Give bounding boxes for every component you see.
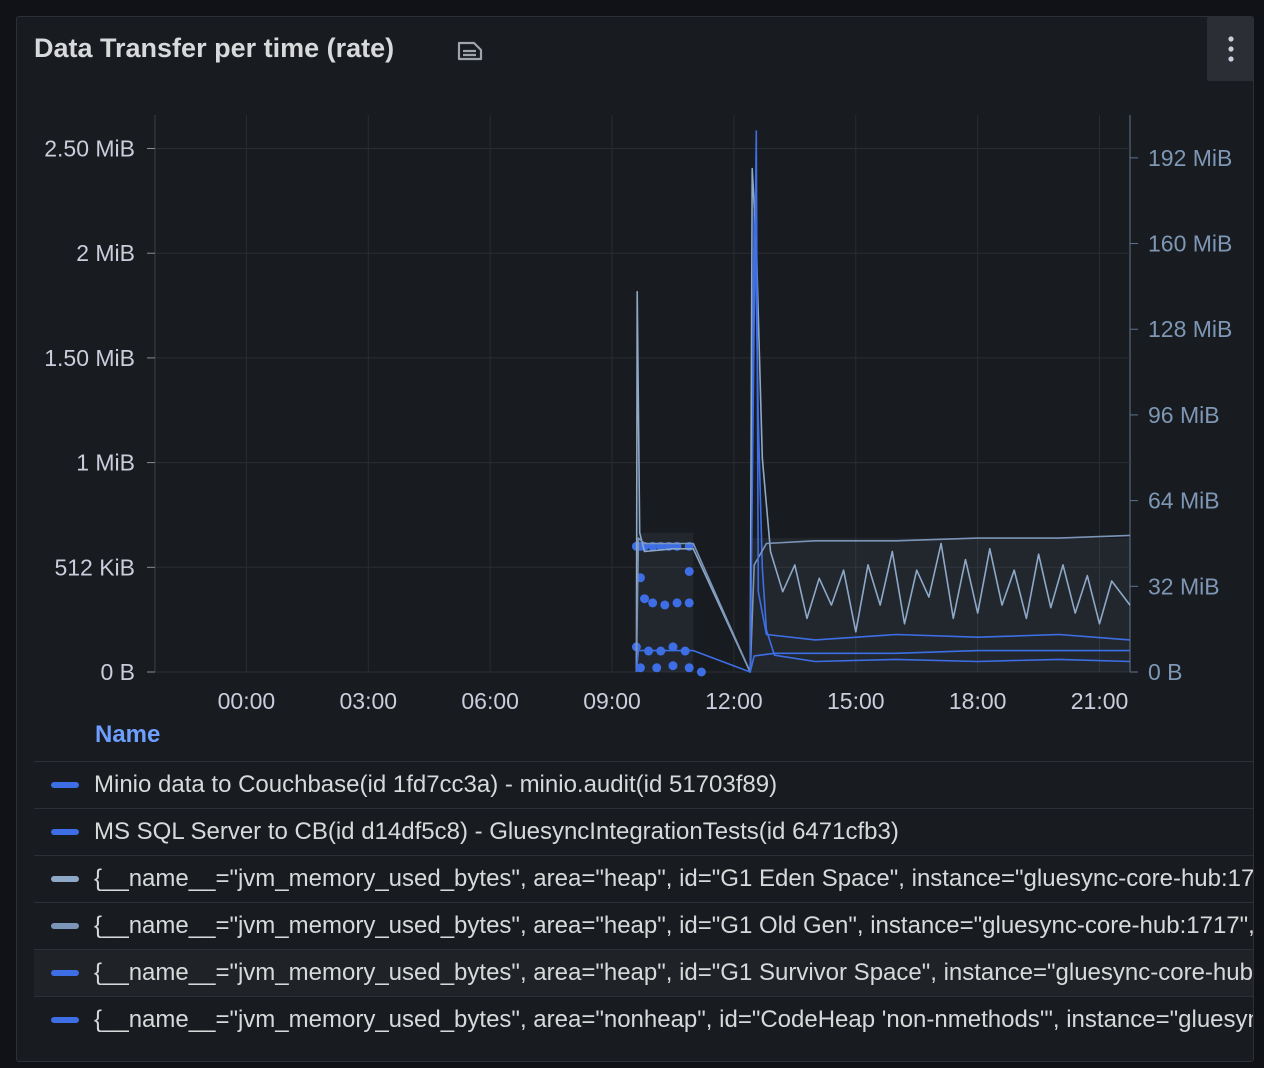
x-tick-label: 21:00: [1071, 688, 1129, 714]
legend-item[interactable]: {__name__="jvm_memory_used_bytes", area=…: [34, 996, 1254, 1043]
legend-label: {__name__="jvm_memory_used_bytes", area=…: [94, 959, 1253, 986]
x-tick-label: 15:00: [827, 688, 885, 714]
legend-item[interactable]: {__name__="jvm_memory_used_bytes", area=…: [34, 855, 1254, 902]
legend-swatch: [51, 923, 79, 929]
y-right-tick-label: 32 MiB: [1148, 573, 1220, 599]
y-left-tick-label: 1 MiB: [76, 450, 135, 476]
x-tick-label: 18:00: [949, 688, 1007, 714]
y-right-tick-label: 0 B: [1148, 659, 1183, 685]
series-point: [640, 594, 650, 604]
y-left-tick-label: 2 MiB: [76, 240, 135, 266]
legend-item[interactable]: {__name__="jvm_memory_used_bytes", area=…: [34, 949, 1253, 996]
legend-swatch: [51, 876, 79, 882]
y-left-tick-label: 0 B: [100, 659, 135, 685]
series-point: [684, 566, 694, 576]
series-point: [672, 598, 682, 608]
x-tick-label: 00:00: [218, 688, 276, 714]
legend-label: {__name__="jvm_memory_used_bytes", area=…: [94, 912, 1254, 939]
legend-swatch: [51, 1017, 79, 1023]
legend-label: {__name__="jvm_memory_used_bytes", area=…: [94, 1006, 1254, 1033]
y-right-tick-label: 192 MiB: [1148, 145, 1232, 171]
legend-label: MS SQL Server to CB(id d14df5c8) - Glues…: [94, 818, 899, 845]
series-point: [684, 663, 694, 673]
legend-swatch: [51, 782, 79, 788]
y-left-tick-label: 2.50 MiB: [44, 136, 135, 162]
y-right-tick-label: 160 MiB: [1148, 231, 1232, 257]
timeseries-panel: Data Transfer per time (rate) 0 B 512 KiB…: [16, 16, 1254, 1062]
x-tick-label: 12:00: [705, 688, 763, 714]
x-tick-label: 09:00: [583, 688, 641, 714]
legend-list: Minio data to Couchbase(id 1fd7cc3a) - m…: [34, 761, 1254, 1043]
series-point: [648, 598, 658, 608]
legend-item[interactable]: Minio data to Couchbase(id 1fd7cc3a) - m…: [34, 761, 1253, 808]
series-point: [696, 667, 706, 677]
legend-item[interactable]: MS SQL Server to CB(id d14df5c8) - Glues…: [34, 808, 1253, 855]
legend-label: {__name__="jvm_memory_used_bytes", area=…: [94, 865, 1254, 892]
series-point: [684, 598, 694, 608]
legend-item[interactable]: {__name__="jvm_memory_used_bytes", area=…: [34, 902, 1254, 949]
legend-swatch: [51, 829, 79, 835]
series-point: [660, 600, 670, 610]
series-point: [668, 661, 678, 671]
series-point: [652, 663, 662, 673]
x-tick-label: 06:00: [461, 688, 519, 714]
chart-area: 0 B 512 KiB 1 MiB 1.50 MiB 2 MiB 2.50 MiB 0 B 3…: [44, 115, 1232, 714]
y-left-tick-label: 1.50 MiB: [44, 345, 135, 371]
x-tick-label: 03:00: [340, 688, 398, 714]
y-right-tick-label: 128 MiB: [1148, 316, 1232, 342]
y-left-tick-label: 512 KiB: [54, 554, 135, 580]
legend-swatch: [51, 970, 79, 976]
y-right-tick-label: 96 MiB: [1148, 402, 1220, 428]
legend-header[interactable]: Name: [95, 721, 160, 749]
legend-label: Minio data to Couchbase(id 1fd7cc3a) - m…: [94, 771, 778, 798]
y-right-tick-label: 64 MiB: [1148, 488, 1220, 514]
